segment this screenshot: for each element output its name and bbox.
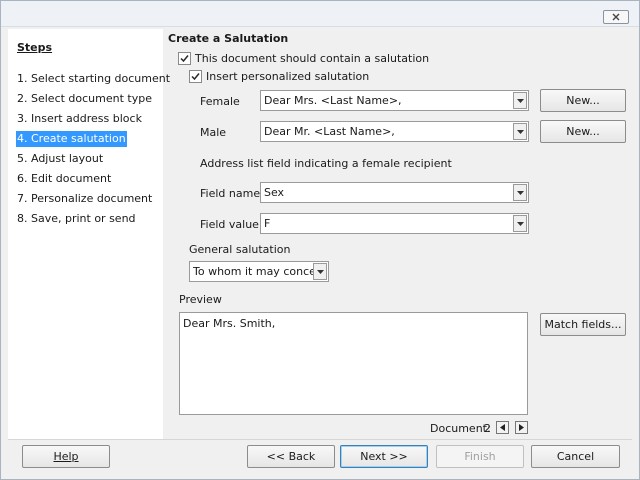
steps-panel: Steps 1. Select starting document 2. Sel… bbox=[8, 29, 170, 439]
dropdown-arrow-icon[interactable] bbox=[313, 263, 327, 280]
step-insert-address-block[interactable]: 3. Insert address block bbox=[16, 111, 143, 127]
contain-salutation-checkbox-row[interactable]: This document should contain a salutatio… bbox=[178, 50, 429, 66]
dropdown-arrow-icon[interactable] bbox=[513, 92, 527, 109]
next-button-label: Next >> bbox=[360, 450, 408, 463]
section-title: Create a Salutation bbox=[168, 32, 289, 45]
female-salutation-select[interactable]: Dear Mrs. <Last Name>, bbox=[260, 90, 529, 111]
personalized-salutation-label: Insert personalized salutation bbox=[206, 69, 370, 83]
checkmark-icon bbox=[191, 72, 200, 80]
contain-salutation-label: This document should contain a salutatio… bbox=[195, 51, 430, 65]
field-value-select[interactable]: F bbox=[260, 213, 529, 234]
back-button[interactable]: << Back bbox=[247, 445, 335, 468]
mail-merge-wizard-dialog: Steps 1. Select starting document 2. Sel… bbox=[0, 0, 640, 480]
preview-box: Dear Mrs. Smith, bbox=[179, 312, 528, 415]
triangle-left-icon bbox=[500, 424, 505, 431]
personalized-salutation-checkbox-row[interactable]: Insert personalized salutation bbox=[189, 68, 369, 84]
preview-label: Preview bbox=[179, 293, 222, 306]
help-button[interactable]: Help bbox=[22, 445, 110, 468]
male-new-button[interactable]: New... bbox=[540, 120, 626, 143]
field-value-value: F bbox=[264, 217, 271, 230]
checkmark-icon bbox=[180, 54, 189, 62]
step-adjust-layout[interactable]: 5. Adjust layout bbox=[16, 151, 104, 167]
personalized-salutation-checkbox[interactable] bbox=[189, 69, 202, 83]
contain-salutation-checkbox[interactable] bbox=[178, 51, 191, 65]
title-bar bbox=[1, 1, 639, 27]
step-select-document-type[interactable]: 2. Select document type bbox=[16, 91, 153, 107]
finish-button-label: Finish bbox=[464, 450, 496, 463]
steps-title: Steps bbox=[17, 41, 53, 54]
male-salutation-value: Dear Mr. <Last Name>, bbox=[264, 125, 395, 138]
close-icon bbox=[612, 13, 620, 21]
general-salutation-value: To whom it may concern, bbox=[193, 265, 313, 278]
field-name-select[interactable]: Sex bbox=[260, 182, 529, 203]
address-field-label: Address list field indicating a female r… bbox=[200, 157, 452, 170]
female-salutation-value: Dear Mrs. <Last Name>, bbox=[264, 94, 402, 107]
help-button-label: Help bbox=[53, 450, 79, 463]
field-name-value: Sex bbox=[264, 186, 285, 199]
field-value-label: Field value bbox=[200, 218, 259, 231]
step-select-starting-document[interactable]: 1. Select starting document bbox=[16, 71, 171, 87]
step-personalize-document[interactable]: 7. Personalize document bbox=[16, 191, 153, 207]
step-edit-document[interactable]: 6. Edit document bbox=[16, 171, 112, 187]
dropdown-arrow-icon[interactable] bbox=[513, 184, 527, 201]
dropdown-arrow-icon[interactable] bbox=[513, 215, 527, 232]
document-label: Document: bbox=[430, 422, 491, 435]
cancel-button[interactable]: Cancel bbox=[531, 445, 620, 468]
document-number: 2 bbox=[484, 422, 491, 435]
general-salutation-label: General salutation bbox=[189, 243, 291, 256]
male-label: Male bbox=[200, 126, 227, 139]
female-new-button[interactable]: New... bbox=[540, 89, 626, 112]
previous-document-button[interactable] bbox=[496, 421, 509, 434]
triangle-right-icon bbox=[519, 424, 524, 431]
cancel-button-label: Cancel bbox=[556, 450, 595, 463]
preview-text: Dear Mrs. Smith, bbox=[183, 317, 276, 330]
next-document-button[interactable] bbox=[515, 421, 528, 434]
field-name-label: Field name bbox=[200, 187, 261, 200]
general-salutation-select[interactable]: To whom it may concern, bbox=[189, 261, 329, 282]
footer-divider bbox=[8, 439, 632, 440]
match-fields-button[interactable]: Match fields... bbox=[540, 313, 626, 336]
next-button[interactable]: Next >> bbox=[340, 445, 428, 468]
back-button-label: << Back bbox=[266, 450, 316, 463]
step-save-print-send[interactable]: 8. Save, print or send bbox=[16, 211, 137, 227]
male-salutation-select[interactable]: Dear Mr. <Last Name>, bbox=[260, 121, 529, 142]
female-label: Female bbox=[200, 95, 240, 108]
close-button[interactable] bbox=[603, 10, 629, 24]
dropdown-arrow-icon[interactable] bbox=[513, 123, 527, 140]
finish-button[interactable]: Finish bbox=[436, 445, 524, 468]
step-create-salutation[interactable]: 4. Create salutation bbox=[16, 131, 127, 147]
